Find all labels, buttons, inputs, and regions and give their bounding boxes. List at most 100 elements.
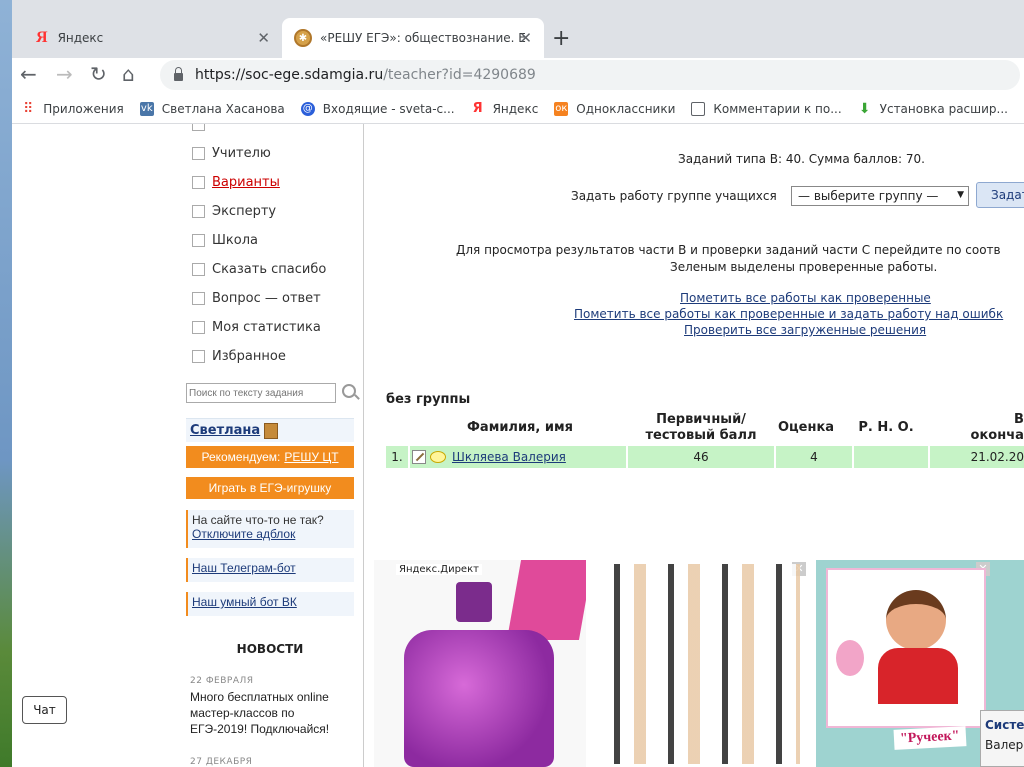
checkbox-icon — [192, 263, 205, 276]
menu-item-thanks[interactable]: Сказать спасибо — [192, 262, 326, 277]
checkbox-icon — [192, 234, 205, 247]
perfume-box-graphic — [506, 560, 586, 640]
info-line-1: Для просмотра результатов части B и пров… — [456, 243, 1001, 257]
row-number: 1. — [386, 446, 408, 468]
bookmark-vk[interactable]: vk Светлана Хасанова — [139, 101, 285, 116]
home-icon[interactable]: ⌂ — [122, 62, 135, 86]
checkbox-icon — [192, 176, 205, 189]
chat-button[interactable]: Чат — [22, 696, 67, 724]
apps-grid-icon: ⠿ — [23, 100, 34, 117]
cosmetics-pattern-graphic — [600, 564, 800, 764]
child-shirt-graphic — [878, 648, 958, 704]
info-line-2: Зеленым выделены проверенные работы. — [670, 260, 938, 274]
adblock-notice: На сайте что-то не так? Отключите адблок — [186, 510, 354, 548]
telegram-box: Наш Телеграм-бот — [186, 558, 354, 582]
web-page: Учителю Варианты Эксперту Школа Сказать … — [12, 124, 1024, 767]
checkbox-icon — [192, 147, 205, 160]
close-icon[interactable]: ✕ — [519, 29, 532, 47]
bookmark-odnoklassniki[interactable]: ок Одноклассники — [554, 101, 675, 116]
new-tab-icon[interactable]: + — [552, 26, 570, 51]
sdamgia-icon: ✱ — [294, 29, 312, 47]
perfume-bottle-graphic — [404, 630, 554, 767]
reload-icon[interactable]: ↻ — [90, 62, 107, 86]
checkbox-icon — [192, 205, 205, 218]
table-row-name-cell: Шкляева Валерия — [410, 446, 626, 468]
menu-item-school[interactable]: Школа — [192, 233, 258, 248]
bookmarks-bar: ⠿ Приложения vk Светлана Хасанова @ Вход… — [12, 94, 1024, 124]
ok-icon: ок — [554, 101, 569, 116]
menu-item-hidden[interactable] — [192, 124, 212, 131]
user-link[interactable]: Светлана — [186, 418, 354, 442]
student-name-link[interactable]: Шкляева Валерия — [452, 450, 566, 464]
vk-bot-link[interactable]: Наш умный бот ВК — [192, 595, 350, 609]
menu-item-statistics[interactable]: Моя статистика — [192, 320, 321, 335]
assign-button[interactable]: Задат — [976, 182, 1024, 208]
rno-cell — [854, 446, 928, 468]
column-header-end-time: Вре окончани — [970, 412, 1024, 443]
close-icon[interactable]: ✕ — [257, 29, 270, 47]
logout-door-icon[interactable] — [264, 422, 279, 439]
mark-all-checked-link[interactable]: Пометить все работы как проверенные — [680, 291, 931, 305]
column-header-grade: Оценка — [777, 420, 835, 435]
end-time-cell: 21.02.20 — [930, 446, 1024, 468]
task-summary: Заданий типа B: 40. Сумма баллов: 70. — [678, 152, 925, 166]
bookmark-apps[interactable]: ⠿ Приложения — [21, 100, 124, 117]
tab-yandex[interactable]: Я Яндекс ✕ — [24, 18, 282, 58]
ad-label: Яндекс.Директ — [396, 564, 482, 575]
page-icon — [691, 101, 706, 116]
back-icon[interactable]: ← — [20, 62, 37, 86]
group-heading: без группы — [386, 392, 471, 407]
bookmark-yandex[interactable]: Я Яндекс — [471, 101, 539, 116]
column-header-score: Первичный/ тестовый балл — [645, 412, 757, 443]
menu-item-favorites[interactable]: Избранное — [192, 349, 286, 364]
recommend-link[interactable]: РЕШУ ЦТ — [284, 450, 338, 464]
mark-all-and-assign-link[interactable]: Пометить все работы как проверенные и за… — [574, 307, 1003, 321]
ad-card-perfume[interactable]: Яндекс.Директ ✕ — [374, 560, 586, 767]
bookmark-mail[interactable]: @ Входящие - sveta-c... — [300, 101, 455, 116]
grade-cell: 4 — [776, 446, 852, 468]
news-date: 27 ДЕКАБРЯ — [190, 757, 253, 767]
group-select[interactable]: — выберите группу — — [791, 186, 969, 206]
menu-item-variants[interactable]: Варианты — [192, 175, 280, 190]
bookmark-extensions[interactable]: ⬇ Установка расшир... — [858, 100, 1008, 117]
desktop-background — [0, 0, 12, 767]
checkbox-icon — [192, 292, 205, 305]
news-date: 22 ФЕВРАЛЯ — [190, 676, 254, 686]
address-bar[interactable]: https://soc-ege.sdamgia.ru/teacher?id=42… — [160, 60, 1020, 90]
menu-item-expert[interactable]: Эксперту — [192, 204, 276, 219]
balloon-graphic — [836, 640, 864, 676]
checkbox-icon — [192, 350, 205, 363]
check-uploaded-link[interactable]: Проверить все загруженные решения — [684, 323, 926, 337]
tab-reshu-ege[interactable]: ✱ «РЕШУ ЕГЭ»: обществознание. Е ✕ — [282, 18, 544, 58]
lock-icon — [174, 67, 183, 81]
recommend-banner[interactable]: Рекомендуем: РЕШУ ЦТ — [186, 446, 354, 468]
news-heading: НОВОСТИ — [236, 642, 304, 656]
comment-bubble-icon[interactable] — [430, 451, 446, 463]
telegram-link[interactable]: Наш Телеграм-бот — [192, 561, 350, 575]
vk-bot-box: Наш умный бот ВК — [186, 592, 354, 616]
page-left-margin — [12, 124, 184, 767]
tab-bar: Я Яндекс ✕ ✱ «РЕШУ ЕГЭ»: обществознание.… — [12, 0, 1024, 58]
download-icon: ⬇ — [858, 100, 871, 117]
bookmark-comments[interactable]: Комментарии к по... — [691, 101, 842, 116]
adblock-link[interactable]: Отключите адблок — [192, 527, 350, 541]
edit-pencil-icon[interactable] — [412, 450, 426, 464]
menu-item-qa[interactable]: Вопрос — ответ — [192, 291, 321, 306]
search-input[interactable] — [186, 383, 336, 403]
column-header-rno: Р. Н. О. — [858, 420, 914, 435]
sidebar: Учителю Варианты Эксперту Школа Сказать … — [184, 124, 364, 767]
menu-item-teacher[interactable]: Учителю — [192, 146, 271, 161]
checkbox-icon — [192, 321, 205, 334]
url-host: https://soc-ege.sdamgia.ru — [195, 67, 384, 83]
score-cell: 46 — [628, 446, 774, 468]
tab-title: Яндекс — [57, 31, 104, 45]
mail-icon: @ — [300, 101, 315, 116]
assign-label: Задать работу группе учащихся — [571, 189, 777, 203]
game-button[interactable]: Играть в ЕГЭ-игрушку — [186, 477, 354, 499]
ad-card-school[interactable]: ✕ "Ручеек" Систе Валер — [816, 560, 1024, 767]
forward-icon[interactable]: → — [56, 62, 73, 86]
ad-card-cosmetics[interactable]: ✕ — [594, 560, 808, 767]
search-icon[interactable] — [342, 384, 356, 398]
navigation-bar: ← → ↻ ⌂ https://soc-ege.sdamgia.ru/teach… — [12, 58, 1024, 94]
news-item[interactable]: Много бесплатных online мастер-классов п… — [190, 689, 354, 737]
